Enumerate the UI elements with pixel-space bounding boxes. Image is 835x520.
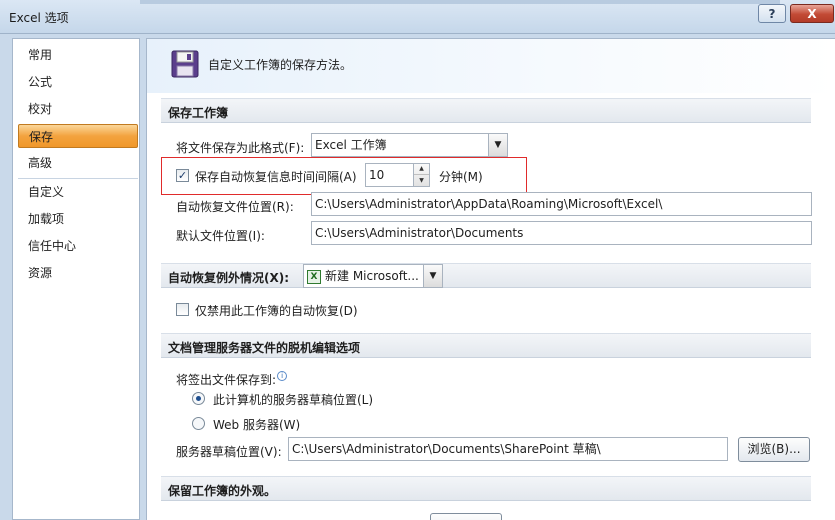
autorecover-location-input[interactable]: C:\Users\Administrator\AppData\Roaming\M… bbox=[311, 192, 812, 216]
sidebar-divider bbox=[18, 178, 138, 179]
browse-button[interactable]: 浏览(B)... bbox=[738, 437, 810, 462]
sidebar-item-save[interactable]: 保存 bbox=[18, 124, 138, 148]
chevron-down-icon[interactable]: ▼ bbox=[423, 265, 442, 287]
autorecover-location-label: 自动恢复文件位置(R): bbox=[176, 200, 294, 214]
checkout-label-text: 将签出文件保存到: bbox=[176, 373, 277, 387]
radio-local-drafts-label: 此计算机的服务器草稿位置(L) bbox=[213, 393, 374, 407]
disable-autorecover-checkbox[interactable] bbox=[176, 303, 189, 316]
section-title: 保留工作簿的外观。 bbox=[168, 484, 277, 498]
drafts-location-input[interactable]: C:\Users\Administrator\Documents\SharePo… bbox=[288, 437, 728, 461]
sidebar-item-customize[interactable]: 自定义 bbox=[18, 180, 138, 204]
section-offline-editing: 文档管理服务器文件的脱机编辑选项 bbox=[161, 333, 811, 358]
sidebar-item-resources[interactable]: 资源 bbox=[18, 261, 138, 285]
window-title: Excel 选项 bbox=[9, 11, 69, 25]
section-save-workbooks: 保存工作簿 bbox=[161, 98, 811, 123]
category-sidebar: 常用 公式 校对 保存 高级 自定义 加载项 信任中心 资源 bbox=[12, 38, 140, 520]
radio-web-server-label: Web 服务器(W) bbox=[213, 418, 301, 432]
close-button[interactable]: X bbox=[790, 4, 834, 23]
exception-workbook-dropdown[interactable]: X 新建 Microsoft... ▼ bbox=[303, 264, 443, 288]
save-format-label: 将文件保存为此格式(F): bbox=[176, 141, 305, 155]
sidebar-item-formulas[interactable]: 公式 bbox=[18, 70, 138, 94]
radio-web-server[interactable] bbox=[192, 417, 205, 430]
sidebar-item-proofing[interactable]: 校对 bbox=[18, 97, 138, 121]
save-format-dropdown[interactable]: Excel 工作簿 ▼ bbox=[311, 133, 508, 157]
checkout-label: 将签出文件保存到: i bbox=[176, 371, 288, 388]
drafts-location-label: 服务器草稿位置(V): bbox=[176, 445, 282, 459]
autorecover-checkbox[interactable]: ✓ bbox=[176, 169, 189, 182]
autorecover-minutes-value: 10 bbox=[369, 168, 385, 182]
radio-local-drafts[interactable] bbox=[192, 392, 205, 405]
default-location-input[interactable]: C:\Users\Administrator\Documents bbox=[311, 221, 812, 245]
sidebar-item-advanced[interactable]: 高级 bbox=[18, 151, 138, 175]
section-autorecover-exceptions: 自动恢复例外情况(X): bbox=[161, 263, 811, 288]
background-ribbon-strip bbox=[140, 0, 780, 4]
page-banner: 自定义工作簿的保存方法。 bbox=[147, 39, 835, 93]
spin-control[interactable]: ▲ ▼ bbox=[413, 164, 429, 186]
sidebar-item-addins[interactable]: 加载项 bbox=[18, 207, 138, 231]
autorecover-minutes-stepper[interactable]: 10 ▲ ▼ bbox=[365, 163, 430, 187]
save-options-pane: 自定义工作簿的保存方法。 保存工作簿 将文件保存为此格式(F): Excel 工… bbox=[146, 38, 835, 520]
info-icon: i bbox=[277, 371, 288, 381]
colors-button[interactable] bbox=[430, 513, 502, 520]
page-description: 自定义工作簿的保存方法。 bbox=[208, 58, 353, 72]
default-location-label: 默认文件位置(I): bbox=[176, 229, 265, 243]
section-title: 自动恢复例外情况(X): bbox=[168, 271, 290, 285]
disable-autorecover-label: 仅禁用此工作簿的自动恢复(D) bbox=[195, 304, 358, 318]
floppy-disk-icon bbox=[171, 50, 199, 78]
sidebar-item-popular[interactable]: 常用 bbox=[18, 43, 138, 67]
help-button[interactable]: ? bbox=[758, 4, 786, 23]
spin-down-icon[interactable]: ▼ bbox=[414, 175, 429, 186]
section-preserve-appearance: 保留工作簿的外观。 bbox=[161, 476, 811, 501]
chevron-down-icon[interactable]: ▼ bbox=[488, 134, 507, 156]
sidebar-item-trust-center[interactable]: 信任中心 bbox=[18, 234, 138, 258]
section-title: 保存工作簿 bbox=[168, 106, 229, 120]
section-title: 文档管理服务器文件的脱机编辑选项 bbox=[168, 341, 361, 355]
save-format-value: Excel 工作簿 bbox=[315, 138, 387, 152]
autorecover-label: 保存自动恢复信息时间间隔(A) bbox=[195, 170, 357, 184]
excel-workbook-icon: X bbox=[307, 269, 321, 284]
title-bar: Excel 选项 ? X bbox=[0, 0, 835, 34]
minutes-label: 分钟(M) bbox=[439, 170, 483, 184]
exception-workbook-value: 新建 Microsoft... bbox=[325, 269, 419, 283]
